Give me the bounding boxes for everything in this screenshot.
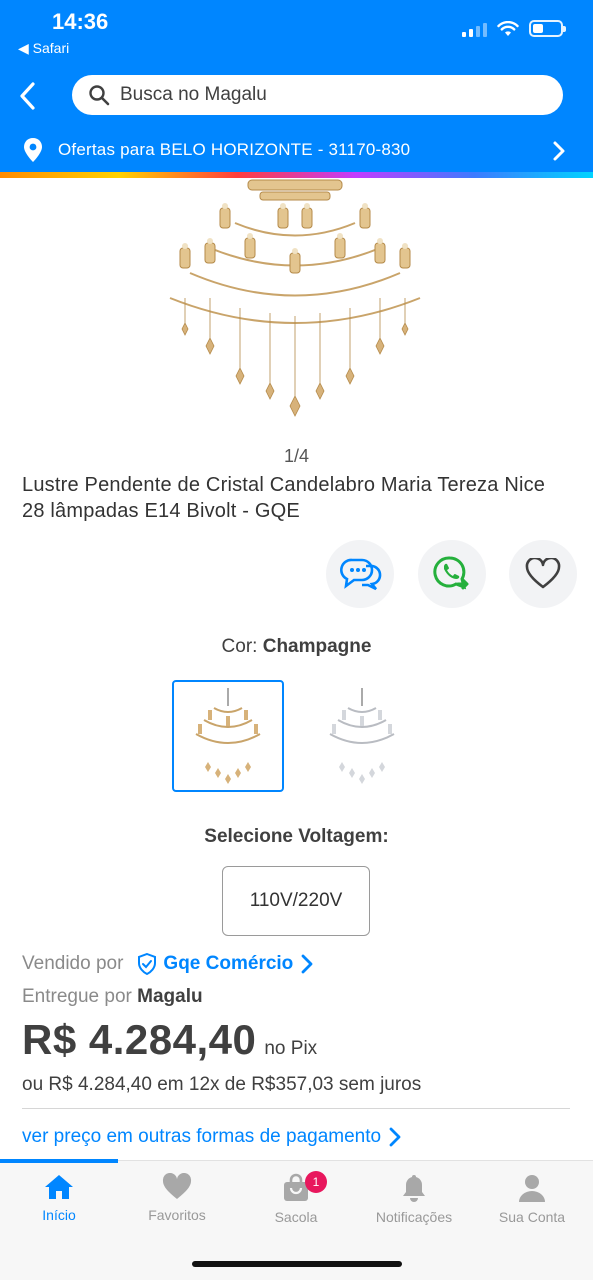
nav-notifications-label: Notificações — [375, 1209, 453, 1225]
search-placeholder: Busca no Magalu — [120, 84, 267, 105]
color-value: Champagne — [262, 636, 372, 657]
seller-link[interactable]: Gqe Comércio — [163, 953, 293, 975]
product-image[interactable] — [160, 178, 430, 418]
nav-bag-label: Sacola — [274, 1209, 318, 1225]
heart-outline-icon — [525, 558, 561, 589]
nav-favorites[interactable]: Favoritos — [118, 1173, 236, 1223]
chat-button[interactable] — [326, 540, 394, 608]
nav-favorites-label: Favoritos — [148, 1207, 206, 1223]
voltage-option-110-220[interactable]: 110V/220V — [222, 866, 370, 936]
color-swatch-champagne[interactable] — [172, 680, 284, 792]
price-row: R$ 4.284,40 no Pix — [22, 1016, 317, 1064]
divider — [22, 1108, 570, 1109]
delivered-by-value: Magalu — [137, 986, 203, 1007]
user-icon — [519, 1175, 545, 1202]
nav-home-label: Início — [42, 1207, 76, 1223]
back-to-safari[interactable]: ◀ Safari — [18, 40, 69, 57]
nav-home[interactable]: Início — [0, 1173, 118, 1223]
search-input[interactable]: Busca no Magalu — [72, 75, 563, 115]
sold-by: Vendido por Gqe Comércio — [22, 953, 313, 975]
signal-icon — [462, 21, 487, 37]
battery-icon — [529, 20, 566, 37]
delivered-prefix: Entregue por — [22, 986, 132, 1007]
back-button[interactable] — [16, 80, 44, 112]
nav-bag[interactable]: 1 Sacola — [237, 1171, 355, 1225]
bag-count-badge: 1 — [305, 1171, 327, 1193]
chevron-left-icon — [20, 82, 35, 110]
chevron-right-icon — [301, 954, 313, 974]
sold-by-prefix: Vendido por — [22, 953, 124, 974]
status-time: 14:36 — [52, 9, 109, 34]
share-whatsapp-button[interactable] — [418, 540, 486, 608]
verified-shield-icon — [138, 953, 157, 975]
chandelier-champagne-thumbnail — [195, 688, 261, 784]
chevron-right-icon — [553, 141, 565, 161]
chandelier-crystal-thumbnail — [329, 688, 395, 784]
chevron-right-icon — [389, 1127, 401, 1147]
nav-account-label: Sua Conta — [498, 1209, 566, 1225]
app-header: 14:36 ◀ Safari Busca no Magalu Ofertas p… — [0, 0, 593, 172]
active-tab-indicator — [0, 1159, 118, 1163]
status-icons — [462, 20, 566, 37]
location-pin-icon — [24, 138, 42, 162]
other-payment-link[interactable]: ver preço em outras formas de pagamento — [22, 1126, 401, 1148]
installments-text: ou R$ 4.284,40 em 12x de R$357,03 sem ju… — [22, 1074, 422, 1095]
chat-bubbles-icon — [340, 558, 382, 591]
other-payment-label: ver preço em outras formas de pagamento — [22, 1126, 382, 1147]
nav-notifications[interactable]: Notificações — [355, 1173, 473, 1225]
whatsapp-share-icon — [433, 556, 469, 590]
location-bar[interactable]: Ofertas para BELO HORIZONTE - 31170-830 — [22, 136, 570, 164]
nav-account[interactable]: Sua Conta — [473, 1173, 591, 1225]
product-price: R$ 4.284,40 — [22, 1016, 257, 1063]
color-label: Cor: Champagne — [0, 636, 593, 658]
home-icon — [45, 1175, 73, 1199]
bell-icon — [403, 1175, 425, 1202]
color-swatch-crystal[interactable] — [306, 680, 418, 792]
color-prefix: Cor: — [221, 636, 258, 657]
product-title: Lustre Pendente de Cristal Candelabro Ma… — [22, 474, 546, 522]
heart-icon — [162, 1173, 192, 1199]
favorite-button[interactable] — [509, 540, 577, 608]
location-text: Ofertas para BELO HORIZONTE - 31170-830 — [58, 140, 411, 159]
delivered-by: Entregue por Magalu — [22, 986, 203, 1008]
wifi-icon — [497, 20, 519, 36]
voltage-label: Selecione Voltagem: — [204, 826, 389, 847]
price-payment-method: no Pix — [264, 1038, 318, 1059]
image-pager: 1/4 — [283, 446, 310, 466]
home-indicator[interactable] — [192, 1261, 402, 1267]
search-icon — [89, 85, 110, 106]
